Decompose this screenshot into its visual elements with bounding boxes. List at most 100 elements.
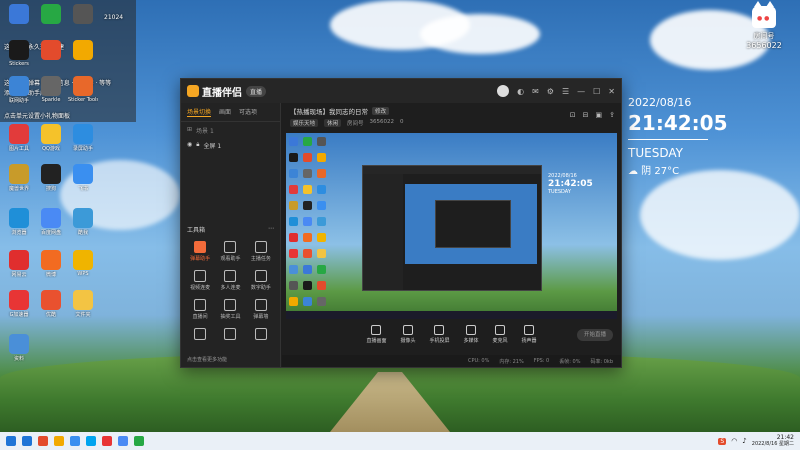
source-control-button[interactable]: 扬声器 — [522, 325, 537, 351]
source-control-button[interactable]: 直播画面 — [366, 325, 386, 351]
desktop-icon-label: 文件夹 — [75, 312, 91, 318]
toolbox-item[interactable] — [246, 328, 276, 342]
streaming-app-window[interactable]: 直播伴侣 直播 ◐ ✉ ⚙ ☰ — ☐ ✕ 场景切换 画面 可选项 ⊞ 场景 1… — [180, 78, 622, 368]
desktop-icon[interactable]: Stickers — [4, 40, 34, 67]
tab-options[interactable]: 可选项 — [239, 107, 257, 117]
app-icon — [9, 4, 29, 24]
desktop-icon[interactable]: 魔兽世界 — [4, 164, 34, 192]
desktop-icon[interactable]: 图片工具 — [4, 124, 34, 152]
desktop-icon[interactable]: QQ游戏 — [36, 124, 66, 152]
desktop-icon[interactable]: 搜狗 — [36, 164, 66, 192]
minimize-icon[interactable]: — — [577, 87, 585, 96]
app-version-badge[interactable]: 直播 — [246, 85, 267, 97]
toolbox-item[interactable]: 视频连麦 — [185, 270, 215, 291]
gift-icon[interactable]: ⊡ — [570, 111, 576, 119]
status-item: CPU: 0% — [467, 358, 490, 364]
maximize-icon[interactable]: ☐ — [593, 87, 600, 96]
taskbar-app-icon[interactable] — [118, 436, 128, 446]
tool-label: 主播任务 — [250, 256, 271, 262]
desktop-icon[interactable]: WPS — [68, 250, 98, 277]
settings-icon[interactable]: ⚙ — [547, 87, 554, 96]
chat-icon[interactable]: ▣ — [596, 111, 603, 119]
tab-scenes[interactable]: 场景切换 — [187, 107, 212, 117]
room-label: 房间号 — [753, 32, 775, 40]
preview-app-icon — [317, 185, 326, 194]
control-icon — [434, 325, 445, 335]
wifi-icon[interactable]: ◠ — [731, 437, 737, 445]
add-scene-icon[interactable]: ⊞ — [187, 126, 192, 135]
mail-icon[interactable]: ✉ — [532, 87, 539, 96]
go-live-button[interactable]: 开始直播 — [577, 329, 613, 341]
taskbar-app-icon[interactable] — [134, 436, 144, 446]
tool-label: 弹幕助手 — [190, 256, 211, 262]
more-icon[interactable]: ⋯ — [268, 225, 274, 234]
taskbar-app-icon[interactable] — [102, 436, 112, 446]
desktop-icon[interactable] — [68, 4, 98, 25]
source-row[interactable]: ◉ 🔒︎ 全屏 1 — [181, 139, 280, 152]
close-icon[interactable]: ✕ — [608, 87, 615, 96]
desktop-icon[interactable]: 文件夹 — [68, 290, 98, 318]
subcategory-pill[interactable]: 休闲 — [324, 119, 342, 127]
toolbox-item[interactable]: 直播间 — [185, 299, 215, 320]
toolbox-item[interactable] — [185, 328, 215, 342]
skin-icon[interactable]: ◐ — [517, 87, 524, 96]
lock-icon[interactable]: 🔒︎ — [196, 141, 199, 150]
taskbar-app-icon[interactable] — [86, 436, 96, 446]
desktop-icon[interactable]: 联网助手 — [4, 76, 34, 104]
preview-app-icon — [289, 153, 298, 162]
desktop-icon[interactable]: 飞书 — [68, 164, 98, 192]
source-control-button[interactable]: 多媒体 — [464, 325, 479, 351]
desktop-icon[interactable]: Sparkle — [36, 76, 66, 103]
source-control-button[interactable]: 手机投屏 — [429, 325, 450, 351]
app-icon — [73, 208, 93, 228]
desktop-icon[interactable]: 百度网盘 — [36, 208, 66, 236]
preview-taskbar — [286, 311, 617, 319]
toolbox-item[interactable]: 弹幕墙 — [246, 299, 276, 320]
app-title-bar[interactable]: 直播伴侣 直播 ◐ ✉ ⚙ ☰ — ☐ ✕ — [181, 79, 621, 103]
toolbox-item[interactable]: 多人连麦 — [215, 270, 245, 291]
desktop-icon[interactable]: 资料 — [4, 334, 34, 362]
preview-app-icon — [317, 249, 326, 258]
taskbar-app-icon[interactable] — [22, 436, 32, 446]
toolbox-item[interactable]: 主播任务 — [246, 241, 276, 262]
taskbar-app-icon[interactable] — [54, 436, 64, 446]
desktop-icon[interactable]: Sticker Tools — [68, 76, 98, 103]
tool-label: 弹幕墙 — [253, 314, 269, 320]
toolbox-item[interactable] — [215, 328, 245, 342]
lock-icon[interactable]: ⊟ — [583, 111, 589, 119]
desktop-icon[interactable] — [68, 40, 98, 61]
taskbar-app-icon[interactable] — [70, 436, 80, 446]
desktop-icon[interactable]: 浏览器 — [4, 208, 34, 236]
more-features-link[interactable]: 点击查看更多功能 — [187, 356, 227, 363]
tab-canvas[interactable]: 画面 — [219, 107, 231, 117]
taskbar-clock[interactable]: 21:42 2022/8/16 星期二 — [752, 434, 794, 447]
desktop-icon[interactable]: G加速器 — [4, 290, 34, 318]
desktop-icon[interactable] — [36, 40, 66, 61]
category-pill[interactable]: 娱乐天地 — [290, 119, 319, 127]
desktop-icon[interactable]: 优酷 — [36, 290, 66, 318]
desktop-icon[interactable]: 网易云 — [4, 250, 34, 278]
desktop-icon[interactable]: 录屏助手 — [68, 124, 98, 152]
source-control-button[interactable]: 麦克风 — [493, 325, 508, 351]
avatar[interactable] — [497, 85, 510, 97]
volume-icon[interactable]: ♪ — [742, 437, 746, 445]
ime-icon[interactable]: S — [718, 437, 727, 445]
desktop-icon[interactable] — [4, 4, 34, 25]
desktop-icon[interactable]: 酷我 — [68, 208, 98, 236]
toolbox-item[interactable]: 观看助手 — [215, 241, 245, 262]
taskbar-app-icon[interactable] — [38, 436, 48, 446]
menu-icon[interactable]: ☰ — [562, 87, 569, 96]
visibility-icon[interactable]: ◉ — [187, 141, 192, 150]
share-icon[interactable]: ⇪ — [609, 111, 615, 119]
scene-name[interactable]: 场景 1 — [196, 126, 214, 135]
windows-start-icon[interactable] — [6, 436, 16, 446]
desktop-icon[interactable] — [36, 4, 66, 25]
source-control-button[interactable]: 摄像头 — [400, 325, 415, 351]
toolbox-item[interactable]: 抽奖工具 — [215, 299, 245, 320]
toolbox-item[interactable]: 数字助手 — [246, 270, 276, 291]
stream-preview[interactable]: 2022/08/16 21:42:05 TUESDAY — [286, 133, 617, 319]
source-controls: 直播画面 摄像头 手机投屏 多媒体 麦克风 扬声器 — [282, 325, 621, 351]
toolbox-item[interactable]: 弹幕助手 — [185, 241, 215, 262]
edit-title-button[interactable]: 修改 — [372, 107, 390, 115]
desktop-icon[interactable]: 微博 — [36, 250, 66, 278]
